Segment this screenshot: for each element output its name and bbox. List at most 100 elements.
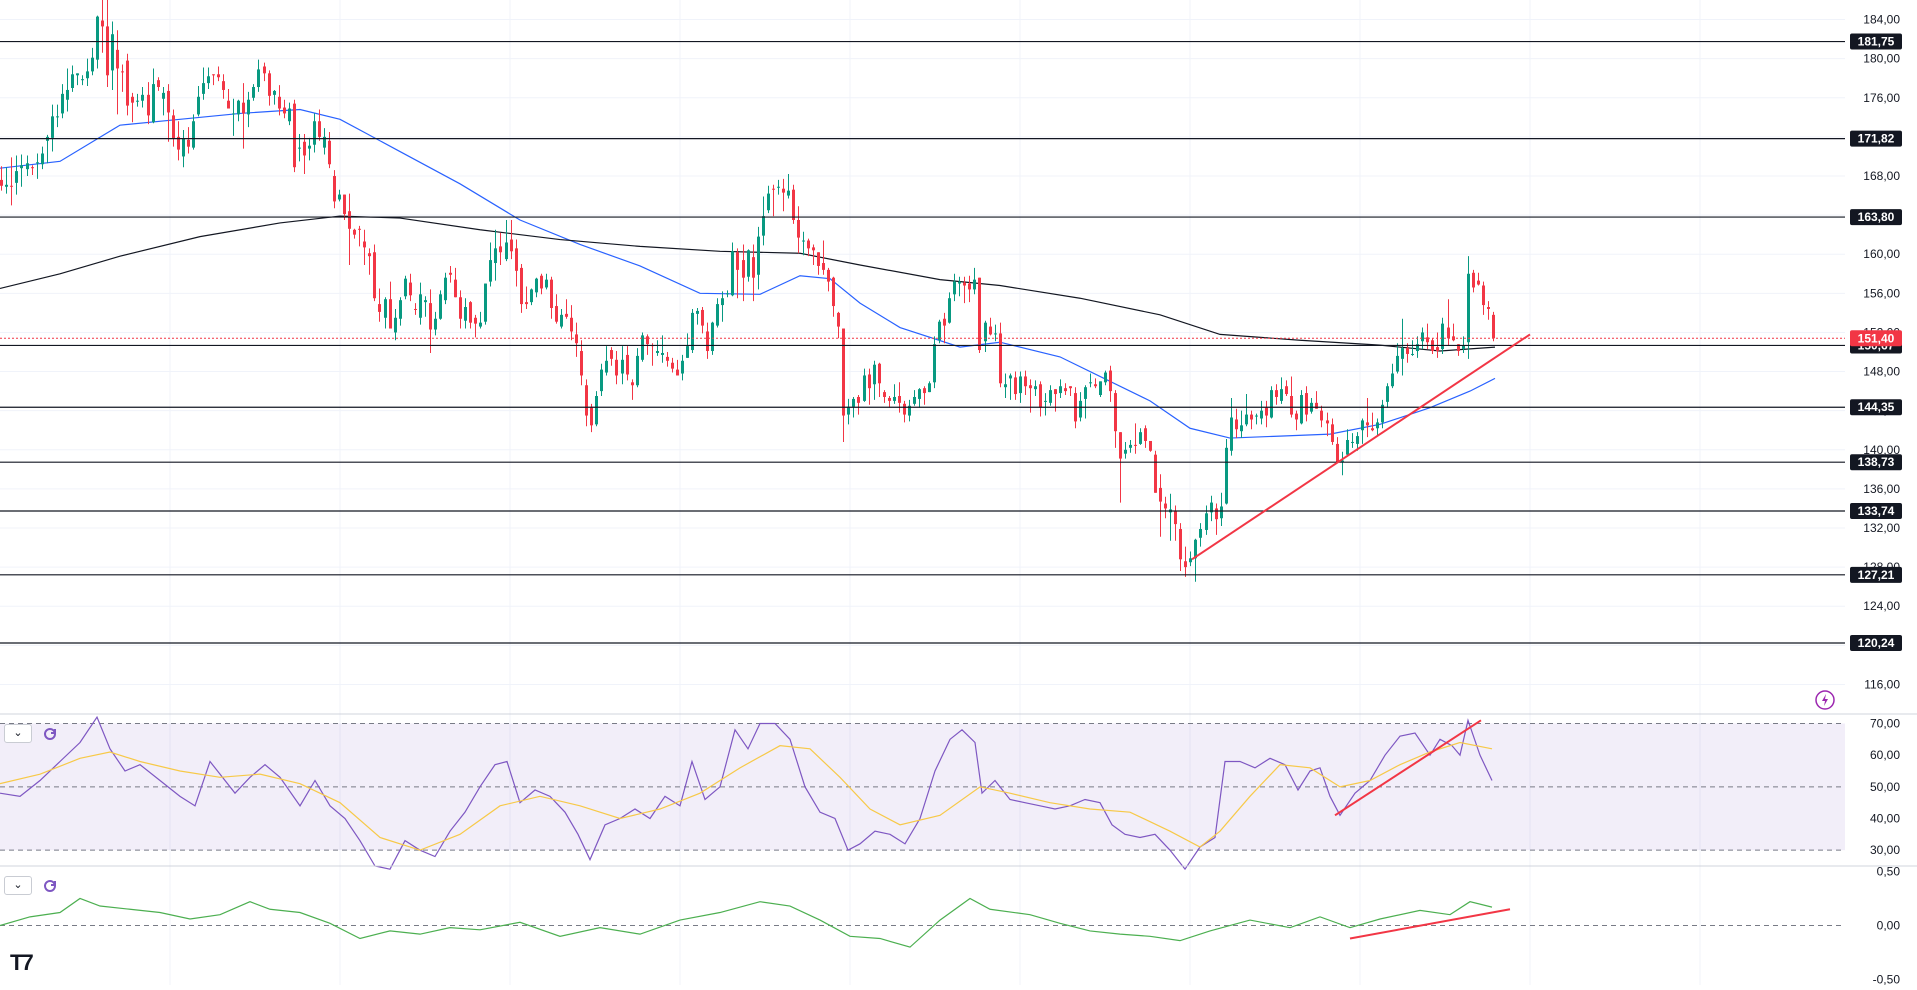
candle-body <box>605 360 608 373</box>
candle-body <box>968 283 971 290</box>
candle-body <box>1436 347 1439 352</box>
candle-body <box>257 69 260 88</box>
oscillator-tick-label: 0,00 <box>1877 919 1901 933</box>
candle-body <box>1225 447 1228 504</box>
candle <box>61 84 64 119</box>
candle-body <box>560 314 563 327</box>
candle-body <box>615 359 618 376</box>
candle <box>459 290 462 329</box>
candle <box>933 336 936 389</box>
candle-body <box>232 113 235 115</box>
price-tick-label: 136,00 <box>1863 482 1900 496</box>
candle <box>172 109 175 147</box>
candle-body <box>494 248 497 264</box>
candle <box>81 75 84 86</box>
candle-body <box>288 108 291 122</box>
candle-body <box>1024 376 1027 387</box>
candle <box>31 165 34 176</box>
rsi-tick-label: 70,00 <box>1870 717 1900 731</box>
candle-body <box>706 331 709 352</box>
candle <box>1386 383 1389 408</box>
candle <box>1487 301 1490 320</box>
candle-body <box>1184 561 1187 568</box>
candle-body <box>1260 410 1263 419</box>
candle-body <box>1159 487 1162 502</box>
candle-body <box>923 388 926 394</box>
candle <box>1320 405 1323 428</box>
candle <box>948 292 951 324</box>
candle <box>837 311 840 339</box>
candle <box>646 334 649 355</box>
candle <box>736 248 739 299</box>
candle <box>873 360 876 400</box>
candle-body <box>1044 400 1047 402</box>
alert-lightning-icon[interactable] <box>1814 689 1836 711</box>
candle-body <box>0 179 3 186</box>
candle-body <box>1174 511 1177 525</box>
candle-body <box>394 317 397 333</box>
candle-body <box>1149 440 1152 451</box>
candle <box>681 354 684 381</box>
candle-body <box>1009 375 1012 379</box>
rsi-sync-icon[interactable] <box>42 726 58 742</box>
oscillator-collapse-chevron-icon[interactable]: ⌄ <box>4 876 32 895</box>
candle-body <box>1119 432 1122 459</box>
candle-body <box>1109 370 1112 392</box>
candle-body <box>701 309 704 326</box>
candle-body <box>948 298 951 323</box>
candle-body <box>1270 390 1273 418</box>
level-label: 120,24 <box>1858 636 1895 650</box>
candle <box>631 379 634 400</box>
candle <box>1260 400 1263 425</box>
candle-body <box>227 100 230 109</box>
candle <box>1099 381 1102 397</box>
candle-body <box>479 322 482 327</box>
candle-body <box>928 383 931 393</box>
candle <box>1230 397 1233 456</box>
oscillator-line <box>0 897 1493 948</box>
candle <box>1235 408 1238 439</box>
candle <box>918 388 921 408</box>
candle-body <box>106 26 109 76</box>
candle <box>217 66 220 82</box>
candle <box>1205 505 1208 535</box>
candle-body <box>731 251 734 296</box>
candle <box>1004 373 1007 398</box>
candle-body <box>933 344 936 383</box>
chart-canvas[interactable]: 184,00180,00176,00172,00168,00164,00160,… <box>0 0 1917 987</box>
candle-body <box>252 87 255 98</box>
candle <box>615 351 618 385</box>
candle <box>1124 441 1127 459</box>
candle <box>1462 336 1465 353</box>
oscillator-sync-icon[interactable] <box>42 878 58 894</box>
candle-body <box>308 145 311 149</box>
candle-body <box>1320 410 1323 421</box>
candle-body <box>26 163 29 170</box>
candle <box>1109 365 1112 402</box>
candle <box>368 248 371 275</box>
candle <box>101 0 104 53</box>
candle-body <box>1039 384 1042 408</box>
candle-body <box>1199 528 1202 538</box>
candle-body <box>1280 389 1283 401</box>
candle <box>580 340 583 386</box>
candle <box>610 347 613 366</box>
rsi-collapse-chevron-icon[interactable]: ⌄ <box>4 724 32 743</box>
candle-body <box>278 96 281 109</box>
candle-body <box>1250 414 1253 420</box>
candle <box>1034 380 1037 396</box>
candle <box>1275 384 1278 405</box>
candle <box>358 225 361 247</box>
rsi-tick-label: 50,00 <box>1870 780 1900 794</box>
candle <box>671 357 674 373</box>
candle <box>525 286 528 309</box>
candle-body <box>580 351 583 376</box>
candle-body <box>999 333 1002 384</box>
candle <box>10 157 13 206</box>
candle <box>676 359 679 376</box>
candle <box>706 322 709 359</box>
candle-body <box>515 248 518 271</box>
candle <box>202 67 205 100</box>
candle-body <box>1351 441 1354 443</box>
candle <box>973 267 976 295</box>
